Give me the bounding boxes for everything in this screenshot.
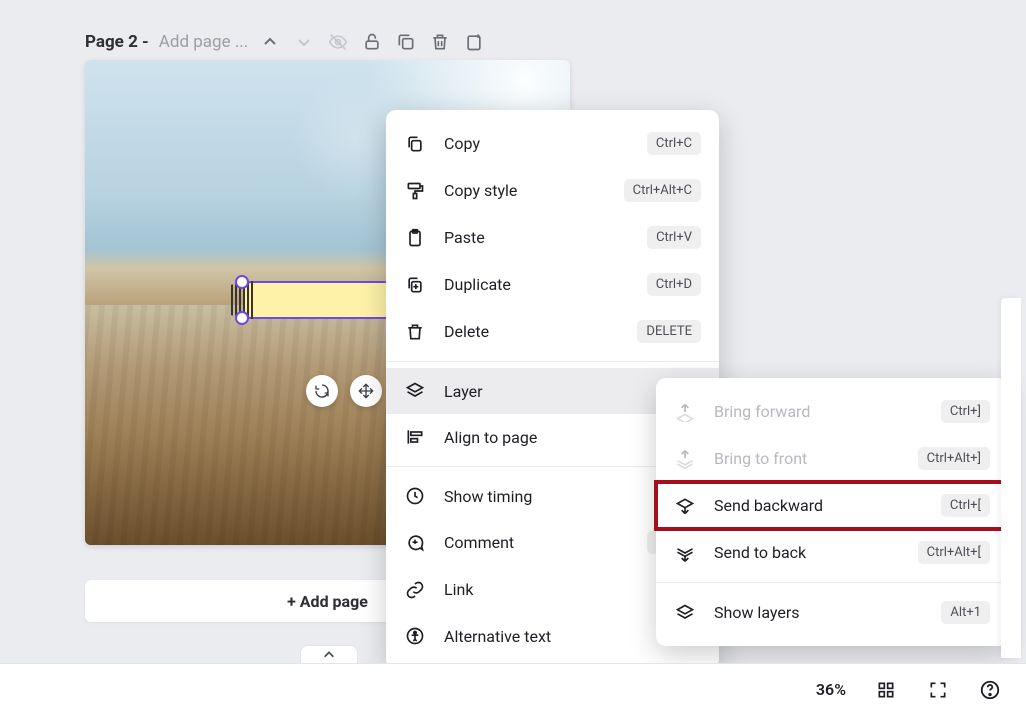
chevron-up-icon[interactable] <box>258 30 282 54</box>
shortcut-label: DELETE <box>637 320 701 343</box>
help-icon[interactable] <box>978 678 1002 702</box>
menu-label: Duplicate <box>444 275 629 294</box>
add-page-icon[interactable] <box>462 30 486 54</box>
submenu-label: Show layers <box>714 603 923 622</box>
link-icon <box>404 579 426 601</box>
menu-copy[interactable]: Copy Ctrl+C <box>386 120 719 167</box>
grid-view-icon[interactable] <box>874 678 898 702</box>
menu-label: Layer <box>444 382 661 401</box>
page-toolbar: Page 2 - Add page ... <box>85 30 486 54</box>
send-backward-icon <box>674 495 696 517</box>
submenu-label: Send backward <box>714 496 923 515</box>
eye-off-icon[interactable] <box>326 30 350 54</box>
menu-label: Comment <box>444 533 629 552</box>
trash-icon[interactable] <box>428 30 452 54</box>
menu-delete[interactable]: Delete DELETE <box>386 308 719 355</box>
shortcut-label: Ctrl+V <box>647 226 701 249</box>
shortcut-label: Ctrl+D <box>647 273 701 296</box>
shortcut-label: Ctrl+Alt+[ <box>918 541 990 564</box>
add-page-label: + Add page <box>287 592 368 611</box>
submenu-label: Send to back <box>714 543 900 562</box>
bring-forward-icon <box>674 401 696 423</box>
paint-roller-icon <box>404 180 426 202</box>
shortcut-label: Ctrl+Alt+C <box>624 179 701 202</box>
menu-label: Align to page <box>444 428 661 447</box>
accessibility-icon <box>404 625 426 647</box>
align-icon <box>404 426 426 448</box>
shortcut-label: Ctrl+C <box>647 132 701 155</box>
fullscreen-icon[interactable] <box>926 678 950 702</box>
menu-label: Delete <box>444 322 619 341</box>
menu-label: Link <box>444 580 657 599</box>
shortcut-label: Alt+1 <box>941 601 990 624</box>
page-title-input[interactable]: Add page ... <box>159 32 249 52</box>
clock-icon <box>404 485 426 507</box>
floating-controls <box>306 375 382 407</box>
move-icon[interactable] <box>350 375 382 407</box>
expand-tab[interactable] <box>300 645 358 663</box>
send-to-back-icon <box>674 542 696 564</box>
layers-icon <box>674 602 696 624</box>
menu-separator <box>656 582 1008 583</box>
menu-label: Copy <box>444 134 629 153</box>
menu-paste[interactable]: Paste Ctrl+V <box>386 214 719 261</box>
submenu-bring-forward: Bring forward Ctrl+] <box>656 388 1008 435</box>
menu-duplicate[interactable]: Duplicate Ctrl+D <box>386 261 719 308</box>
shortcut-label: Ctrl+] <box>941 400 990 423</box>
copy-page-icon[interactable] <box>394 30 418 54</box>
page-number-label: Page 2 - <box>85 32 149 52</box>
submenu-send-backward[interactable]: Send backward Ctrl+[ <box>656 482 1008 529</box>
footer-bar: 36% <box>0 663 1026 715</box>
layers-icon <box>404 380 426 402</box>
bring-to-front-icon <box>674 448 696 470</box>
rotate-icon[interactable] <box>306 375 338 407</box>
submenu-send-to-back[interactable]: Send to back Ctrl+Alt+[ <box>656 529 1008 576</box>
duplicate-icon <box>404 274 426 296</box>
clipboard-icon <box>404 227 426 249</box>
chevron-down-icon[interactable] <box>292 30 316 54</box>
lock-icon[interactable] <box>360 30 384 54</box>
resize-handle-top[interactable] <box>235 275 249 289</box>
menu-label: Copy style <box>444 181 606 200</box>
menu-copy-style[interactable]: Copy style Ctrl+Alt+C <box>386 167 719 214</box>
submenu-show-layers[interactable]: Show layers Alt+1 <box>656 589 1008 636</box>
shortcut-label: Ctrl+[ <box>941 494 990 517</box>
zoom-level[interactable]: 36% <box>816 680 846 699</box>
comment-icon <box>404 532 426 554</box>
shortcut-label: Ctrl+Alt+] <box>918 447 990 470</box>
submenu-label: Bring forward <box>714 402 923 421</box>
copy-icon <box>404 133 426 155</box>
layer-submenu: Bring forward Ctrl+] Bring to front Ctrl… <box>656 378 1008 646</box>
menu-separator <box>386 361 719 362</box>
trash-icon <box>404 321 426 343</box>
menu-label: Paste <box>444 228 629 247</box>
submenu-label: Bring to front <box>714 449 900 468</box>
submenu-bring-to-front: Bring to front Ctrl+Alt+] <box>656 435 1008 482</box>
resize-handle-bottom[interactable] <box>235 311 249 325</box>
right-panel-edge <box>1001 298 1021 658</box>
